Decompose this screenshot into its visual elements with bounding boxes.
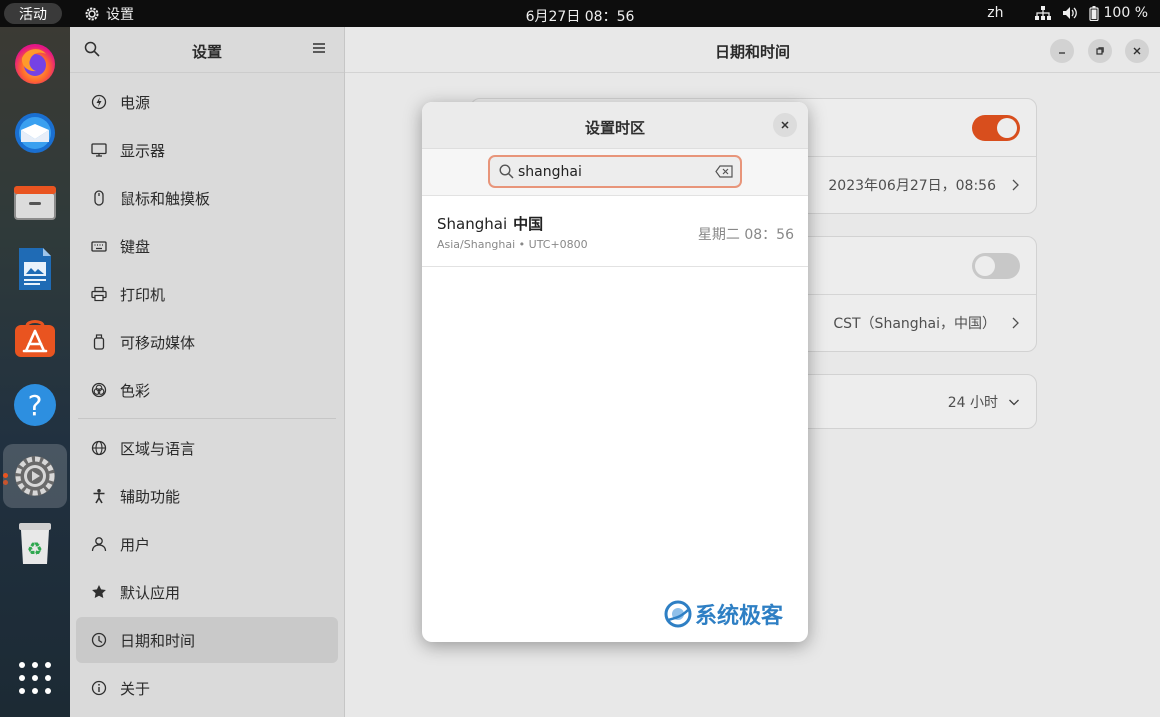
timezone-search-box[interactable]	[488, 155, 742, 188]
app-center-icon	[15, 320, 55, 357]
app-menu-label: 设置	[106, 7, 134, 23]
close-icon	[781, 121, 789, 129]
battery-icon	[1088, 5, 1100, 21]
timezone-dialog: 设置时区 Shanghai中国 Asia/Shanghai • UTC+0800…	[422, 102, 808, 642]
volume-icon	[1061, 5, 1079, 21]
search-bar	[422, 149, 808, 196]
battery-percent: 100 %	[1103, 5, 1148, 21]
dock-writer[interactable]	[9, 243, 61, 295]
watermark-logo-icon	[664, 600, 692, 628]
libreoffice-writer-icon	[19, 248, 51, 290]
svg-text:♻: ♻	[27, 539, 43, 560]
files-icon	[14, 186, 56, 220]
dock-thunderbird[interactable]	[9, 107, 61, 159]
dock-app-center[interactable]	[9, 311, 61, 363]
thunderbird-icon	[15, 113, 55, 153]
dialog-close-button[interactable]	[773, 113, 797, 137]
trash-icon: ♻	[19, 523, 51, 564]
timezone-search-input[interactable]	[518, 161, 704, 183]
dialog-title: 设置时区	[584, 119, 645, 137]
watermark-text: 系统极客	[695, 604, 784, 629]
clear-text-icon[interactable]	[715, 165, 733, 178]
help-icon: ?	[14, 384, 56, 426]
result-subtitle: Asia/Shanghai • UTC+0800	[437, 238, 588, 251]
settings-gear-icon	[85, 7, 99, 21]
activities-button[interactable]: 活动	[4, 3, 62, 24]
result-time: 星期二 08：56	[697, 227, 794, 243]
clock[interactable]: 6月27日 08：56	[526, 9, 635, 25]
result-country: 中国	[513, 215, 544, 233]
system-tray[interactable]: zh 100 %	[987, 5, 1148, 21]
search-icon	[499, 164, 514, 179]
input-language[interactable]: zh	[987, 5, 1003, 21]
dialog-header: 设置时区	[422, 102, 808, 149]
dock-trash[interactable]: ♻	[9, 517, 61, 569]
svg-text:?: ?	[28, 389, 43, 422]
dock-firefox[interactable]	[9, 37, 61, 89]
timezone-result-row[interactable]: Shanghai 中国 Asia/Shanghai • UTC+0800 星期二 …	[422, 196, 808, 267]
settings-icon	[15, 456, 55, 496]
running-indicator	[3, 473, 8, 478]
dock: ? ♻	[0, 27, 70, 717]
result-city: Shanghai 中国	[437, 215, 544, 233]
network-icon	[1034, 5, 1052, 21]
dock-settings[interactable]	[3, 444, 67, 508]
running-indicator	[3, 480, 8, 485]
dock-help[interactable]: ?	[9, 379, 61, 431]
firefox-icon	[15, 44, 55, 84]
watermark: 系统极客	[664, 598, 783, 630]
dock-show-apps[interactable]	[9, 652, 61, 704]
top-bar: 活动 设置 6月27日 08：56 zh 100 %	[0, 0, 1160, 27]
dock-files[interactable]	[9, 175, 61, 227]
show-apps-icon	[19, 662, 51, 694]
app-menu[interactable]: 设置	[84, 4, 134, 24]
